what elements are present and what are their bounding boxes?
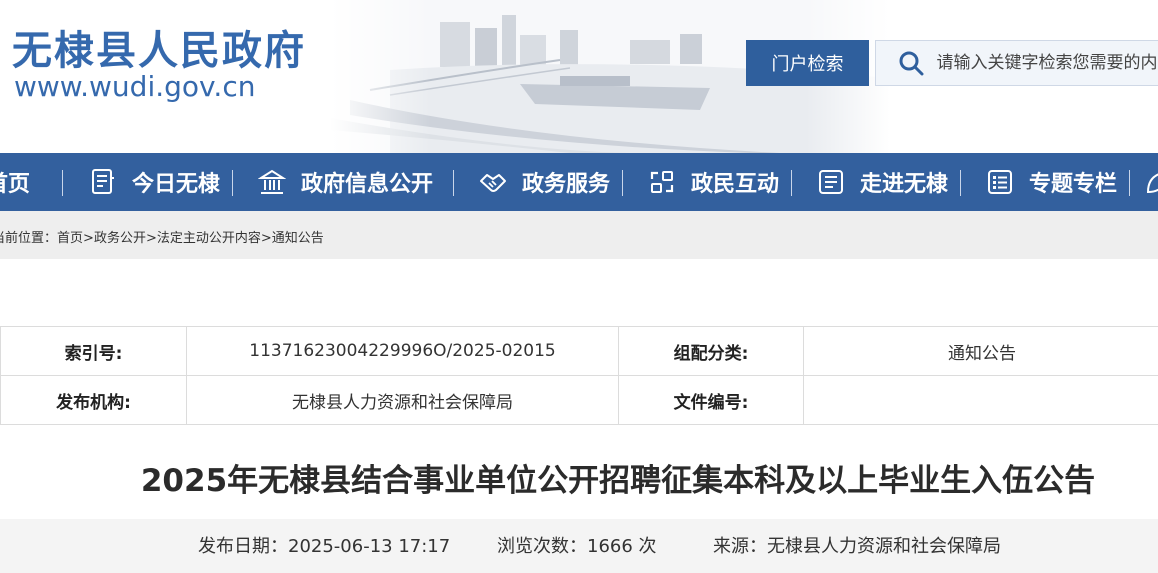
portal-search-button[interactable]: 门户检索: [746, 40, 869, 86]
article-title: 2025年无棣县结合事业单位公开招聘征集本科及以上毕业生入伍公告: [140, 463, 1096, 499]
category-value: 通知公告: [803, 326, 1158, 376]
nav-item-label: 政府信息公开: [301, 172, 434, 197]
nav-divider: [1129, 170, 1130, 196]
nav-item-more[interactable]: [1143, 153, 1158, 211]
nav-item-interaction[interactable]: 政民互动: [647, 153, 779, 211]
list-icon: [985, 167, 1015, 197]
document-meta-table: 索引号: 11371623004229996O/2025-02015 组配分类:…: [0, 326, 1158, 425]
nav-divider: [62, 170, 63, 196]
nav-item-label: 政务服务: [522, 172, 611, 197]
breadcrumb-separator: >: [145, 231, 157, 246]
nav-item-label: 走进无棣: [860, 172, 949, 197]
nav-item-label: 首页: [0, 172, 31, 197]
interaction-icon: [647, 167, 677, 197]
index-label: 索引号:: [0, 326, 187, 376]
leaf-icon: [1143, 167, 1158, 197]
site-domain: www.wudi.gov.cn: [14, 70, 256, 103]
article-info-bar: 发布日期：2025-06-13 17:17 浏览次数：1666 次 来源：无棣县…: [0, 519, 1158, 573]
doc-number-label: 文件编号:: [618, 375, 804, 425]
nav-item-today-wudi[interactable]: 今日无棣: [88, 153, 220, 211]
view-count-value: 1666 次: [587, 536, 657, 557]
nav-divider: [622, 170, 623, 196]
view-count-label: 浏览次数：: [497, 536, 587, 557]
publish-date: 发布日期：2025-06-13 17:17: [198, 532, 450, 558]
nav-divider: [453, 170, 454, 196]
category-label: 组配分类:: [618, 326, 804, 376]
nav-divider: [232, 170, 233, 196]
nav-item-label: 政民互动: [691, 172, 780, 197]
breadcrumb: 当前位置：首页>政务公开>法定主动公开内容>通知公告: [0, 211, 1158, 259]
publish-date-label: 发布日期：: [198, 536, 288, 557]
breadcrumb-prefix: 当前位置：: [0, 231, 58, 246]
nav-item-home[interactable]: 首页: [0, 153, 30, 211]
search-icon[interactable]: [898, 49, 925, 77]
source-label: 来源：: [713, 536, 767, 557]
site-title: 无棣县人民政府: [12, 28, 306, 74]
nav-item-about-wudi[interactable]: 走进无棣: [816, 153, 948, 211]
publisher-label: 发布机构:: [0, 375, 187, 425]
doc-number-value: [803, 375, 1158, 425]
article-source: 来源：无棣县人力资源和社会保障局: [713, 532, 1001, 558]
search-input[interactable]: [934, 52, 1158, 74]
nav-divider: [791, 170, 792, 196]
table-row: 索引号: 11371623004229996O/2025-02015 组配分类:…: [0, 326, 1158, 376]
handshake-icon: [478, 167, 508, 197]
nav-item-gov-service[interactable]: 政务服务: [478, 153, 610, 211]
table-row: 发布机构: 无棣县人力资源和社会保障局 文件编号:: [0, 375, 1158, 425]
nav-item-label: 今日无棣: [132, 172, 221, 197]
view-count: 浏览次数：1666 次: [497, 532, 657, 558]
nav-item-label: 专题专栏: [1029, 172, 1118, 197]
nav-item-gov-info[interactable]: 政府信息公开: [257, 153, 433, 211]
breadcrumb-separator: >: [83, 231, 94, 246]
news-icon: [816, 167, 846, 197]
breadcrumb-link[interactable]: 首页: [57, 231, 83, 246]
breadcrumb-link[interactable]: 政务公开: [94, 231, 146, 246]
publisher-value: 无棣县人力资源和社会保障局: [186, 375, 619, 425]
breadcrumb-link[interactable]: 通知公告: [272, 231, 324, 246]
nav-divider: [960, 170, 961, 196]
index-value: 11371623004229996O/2025-02015: [186, 326, 619, 376]
publish-date-value: 2025-06-13 17:17: [288, 536, 451, 557]
government-building-icon: [257, 167, 287, 197]
source-value: 无棣县人力资源和社会保障局: [767, 536, 1001, 557]
site-header: 无棣县人民政府 www.wudi.gov.cn 门户检索: [0, 0, 1158, 153]
search-box: [875, 40, 1158, 86]
nav-item-special-topics[interactable]: 专题专栏: [985, 153, 1117, 211]
document-icon: [88, 167, 118, 197]
breadcrumb-link[interactable]: 法定主动公开内容: [157, 231, 261, 246]
breadcrumb-separator: >: [260, 231, 272, 246]
main-nav: 首页 今日无棣 政府信息公开 政务服务 政民互动 走进无棣: [0, 153, 1158, 211]
